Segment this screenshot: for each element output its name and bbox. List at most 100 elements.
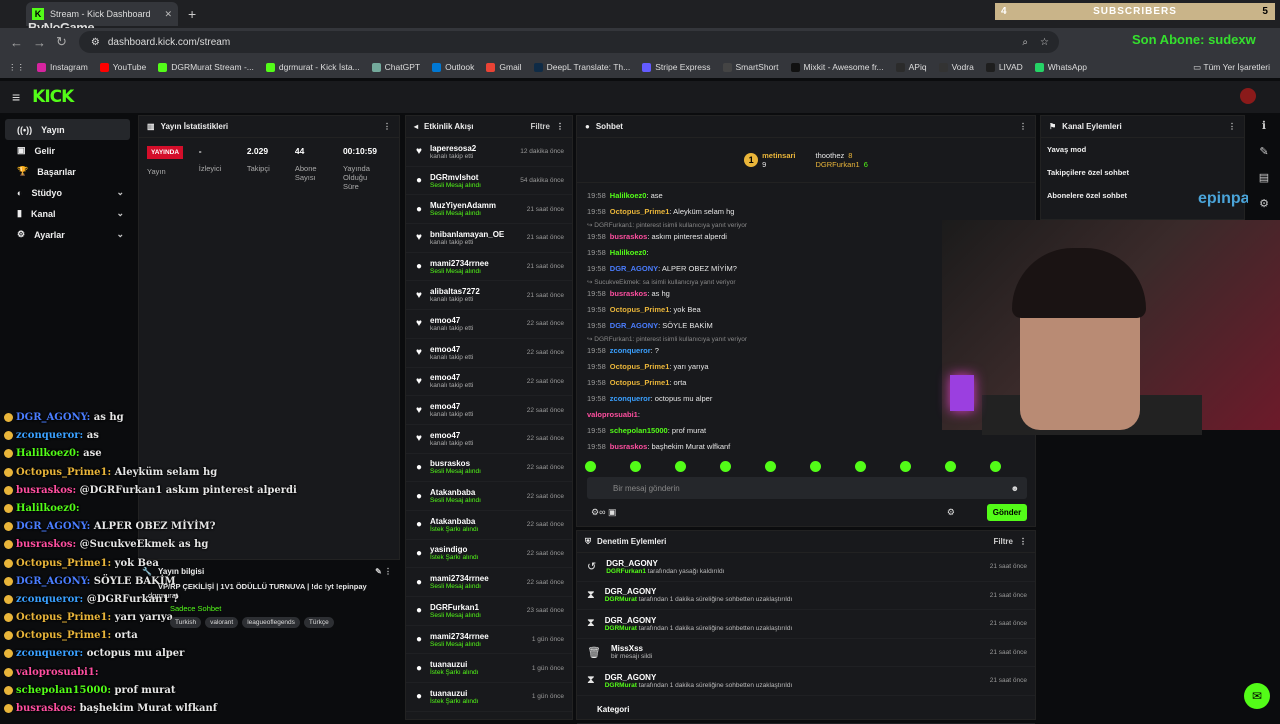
activity-user[interactable]: bnibanlamayan_OE [430, 230, 504, 239]
more-icon[interactable]: ⋮ [1019, 122, 1027, 131]
sidebar-item-yayin[interactable]: ((•))Yayın [5, 119, 130, 140]
chat-username[interactable]: zconqueror [610, 346, 651, 355]
chat-username[interactable]: DGR_AGONY [610, 264, 658, 273]
moderation-user[interactable]: DGR_AGONY [605, 616, 793, 625]
moderator-name[interactable]: DGRMurat [605, 596, 639, 603]
activity-user[interactable]: MuzYiyenAdamm [430, 201, 496, 210]
send-button[interactable]: Gönder [987, 504, 1027, 521]
activity-user[interactable]: Atakanbaba [430, 488, 481, 497]
activity-user[interactable]: alibaltas7272 [430, 287, 480, 296]
bookmark-item[interactable]: DGRMurat Stream -... [158, 62, 254, 72]
chat-username[interactable]: Octopus_Prime1 [610, 378, 670, 387]
emoji-icon[interactable]: ☻ [1011, 484, 1019, 493]
emote-icon[interactable] [630, 461, 641, 472]
new-tab-icon[interactable]: + [188, 6, 196, 22]
followers-only-toggle[interactable]: Takipçilere özel sohbet [1041, 161, 1244, 184]
close-tab-icon[interactable]: ✕ [164, 9, 172, 20]
sidebar-item-ayarlar[interactable]: ⚙Ayarlar⌄ [5, 224, 130, 245]
layout-icon[interactable]: ▤ [1248, 165, 1280, 191]
gear-icon[interactable]: ⚙ [947, 507, 955, 518]
activity-user[interactable]: mami2734rrnee [430, 574, 489, 583]
bookmark-star-icon[interactable]: ☆ [1040, 37, 1049, 48]
bookmark-item[interactable]: ChatGPT [372, 62, 420, 72]
chat-username[interactable]: DGR_AGONY [610, 321, 658, 330]
moderation-user[interactable]: Kategori [597, 705, 629, 714]
chat-username[interactable]: Octopus_Prime1 [610, 362, 670, 371]
bookmark-item[interactable]: SmartShort [723, 62, 779, 72]
chat-input[interactable]: Bir mesaj gönderin☻ [587, 477, 1027, 499]
bookmark-item[interactable]: WhatsApp [1035, 62, 1087, 72]
more-icon[interactable]: ⋮ [556, 122, 564, 131]
all-bookmarks-button[interactable]: ▭ Tüm Yer İşaretleri [1193, 62, 1270, 73]
moderation-user[interactable]: DGR_AGONY [606, 559, 724, 568]
chat-username[interactable]: Halilkoez0 [610, 248, 647, 257]
back-icon[interactable]: ← [10, 35, 23, 50]
activity-user[interactable]: emoo47 [430, 373, 473, 382]
activity-user[interactable]: emoo47 [430, 345, 473, 354]
apps-icon[interactable]: ⋮⋮ [8, 62, 25, 73]
chat-username[interactable]: Octopus_Prime1 [610, 207, 670, 216]
activity-user[interactable]: busraskos [430, 459, 481, 468]
chat-username[interactable]: Halilkoez0 [610, 191, 647, 200]
menu-icon[interactable]: ≡ [12, 89, 20, 105]
emote-icon[interactable] [855, 461, 866, 472]
activity-user[interactable]: laperesosa2 [430, 144, 476, 153]
chat-settings-icon[interactable]: ⚙∞ ▣ [591, 507, 617, 518]
more-icon[interactable]: ⋮ [1228, 122, 1236, 131]
sidebar-item-gelir[interactable]: ▣Gelir [5, 140, 130, 161]
moderation-user[interactable]: DGR_AGONY [605, 673, 793, 682]
chat-username[interactable]: Octopus_Prime1 [610, 305, 670, 314]
bookmark-item[interactable]: Instagram [37, 62, 88, 72]
url-field[interactable]: ⚙ dashboard.kick.com/stream ⌕☆ [79, 31, 1059, 53]
moderator-name[interactable]: DGRFurkan1 [606, 568, 648, 575]
avatar[interactable] [1240, 88, 1256, 104]
bookmark-item[interactable]: Stripe Express [642, 62, 710, 72]
moderation-user[interactable]: MissXss [611, 644, 652, 653]
stream-tag[interactable]: Turkish [170, 617, 201, 628]
chat-username[interactable]: valoprosuabi1 [587, 410, 638, 419]
stream-tag[interactable]: leagueoflegends [242, 617, 300, 628]
activity-user[interactable]: tuanauzui [430, 660, 478, 669]
activity-user[interactable]: emoo47 [430, 316, 473, 325]
emote-icon[interactable] [810, 461, 821, 472]
emote-icon[interactable] [900, 461, 911, 472]
activity-user[interactable]: DGRFurkan1 [430, 603, 481, 612]
kick-logo[interactable]: KICK [32, 87, 73, 107]
stream-tag[interactable]: Türkçe [304, 617, 334, 628]
settings-icon[interactable]: ⚙ [1248, 191, 1280, 217]
chat-username[interactable]: busraskos [610, 289, 648, 298]
activity-user[interactable]: Atakanbaba [430, 517, 478, 526]
sidebar-item-studyo[interactable]: ◐Stüdyo⌄ [5, 182, 130, 203]
activity-user[interactable]: tuanauzui [430, 689, 478, 698]
site-info-icon[interactable]: ⚙ [91, 37, 100, 48]
filter-button[interactable]: Filtre [993, 537, 1013, 546]
chat-username[interactable]: zconqueror [610, 394, 651, 403]
chat-username[interactable]: busraskos [610, 442, 648, 451]
more-icon[interactable]: ⋮ [1019, 537, 1027, 546]
more-icon[interactable]: ⋮ [383, 122, 391, 131]
emote-icon[interactable] [675, 461, 686, 472]
activity-user[interactable]: mami2734rrnee [430, 259, 489, 268]
chat-username[interactable]: busraskos [610, 232, 648, 241]
zoom-icon[interactable]: ⌕ [1022, 37, 1028, 48]
moderator-name[interactable]: DGRMurat [605, 682, 639, 689]
chat-bubble-icon[interactable]: ✉ [1244, 683, 1270, 709]
filter-button[interactable]: Filtre [530, 122, 550, 131]
bookmark-item[interactable]: Mixkit - Awesome fr... [791, 62, 884, 72]
edit-icon[interactable]: ✎ ⋮ [375, 567, 392, 576]
chat-username[interactable]: schepolan15000 [610, 426, 668, 435]
bookmark-item[interactable]: YouTube [100, 62, 146, 72]
info-icon[interactable]: ℹ [1248, 113, 1280, 139]
bookmark-item[interactable]: LIVAD [986, 62, 1023, 72]
emote-icon[interactable] [720, 461, 731, 472]
bookmark-item[interactable]: APiq [896, 62, 927, 72]
emote-icon[interactable] [765, 461, 776, 472]
activity-user[interactable]: DGRmvlshot [430, 173, 481, 182]
edit-icon[interactable]: ✎ [1248, 139, 1280, 165]
sidebar-item-kanal[interactable]: ▮Kanal⌄ [5, 203, 130, 224]
sidebar-item-basarilar[interactable]: 🏆Başarılar [5, 161, 130, 182]
emote-icon[interactable] [585, 461, 596, 472]
activity-user[interactable]: emoo47 [430, 431, 473, 440]
bookmark-item[interactable]: dgrmurat - Kick İsta... [266, 62, 360, 72]
activity-user[interactable]: mami2734rrnee [430, 632, 489, 641]
